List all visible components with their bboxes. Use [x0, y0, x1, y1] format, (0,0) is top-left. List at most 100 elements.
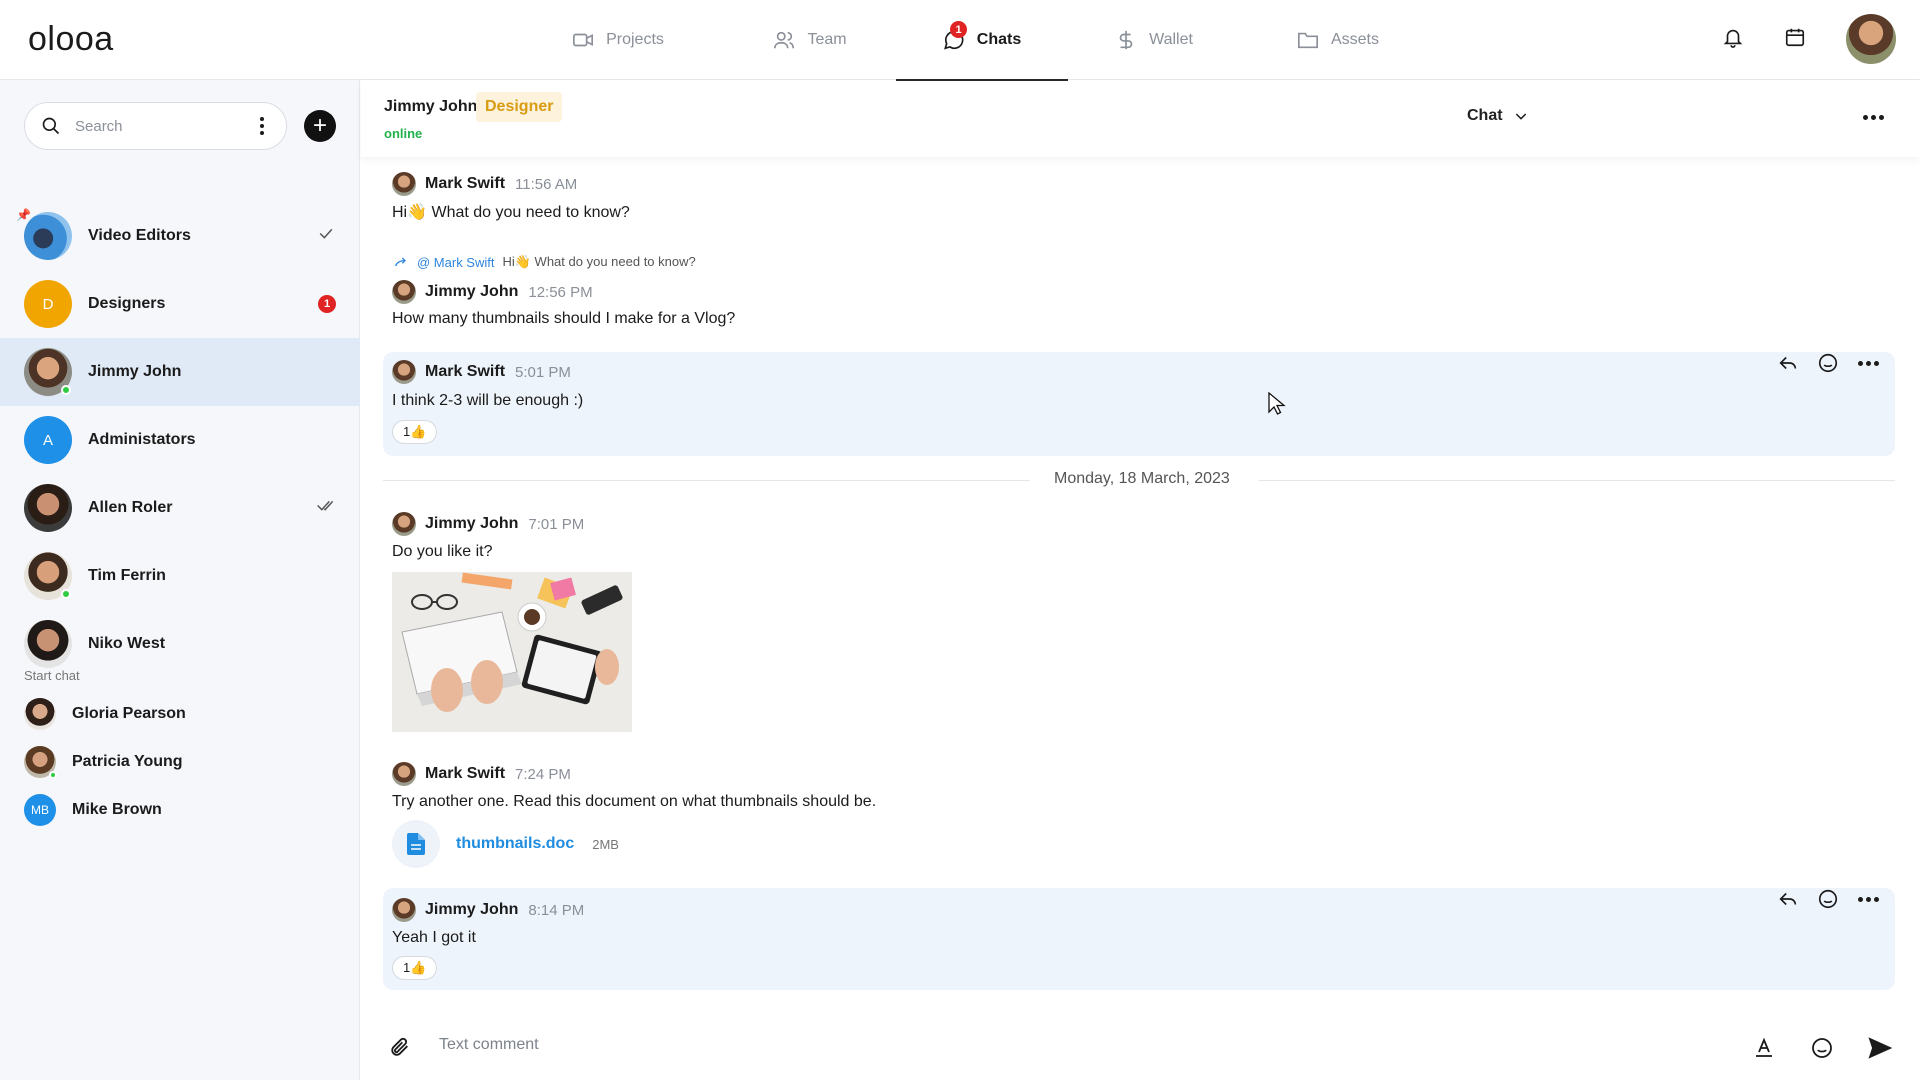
- text-format-button[interactable]: [1752, 1036, 1776, 1065]
- start-chat-heading: Start chat: [24, 668, 80, 683]
- chat-item-jimmy-john[interactable]: Jimmy John: [0, 338, 360, 406]
- date-divider: Monday, 18 March, 2023: [383, 470, 1895, 490]
- search-box: [24, 102, 287, 150]
- message-author[interactable]: Jimmy John: [425, 901, 518, 919]
- message-time: 7:01 PM: [528, 515, 585, 533]
- message-highlighted: Jimmy John 8:14 PM Yeah I got it 1👍: [383, 888, 1895, 990]
- send-icon: [1868, 1037, 1893, 1059]
- more-options-icon[interactable]: [1863, 115, 1884, 120]
- comment-input[interactable]: [439, 1036, 1639, 1054]
- text-format-icon: [1756, 1037, 1772, 1057]
- reply-button[interactable]: [1775, 350, 1801, 376]
- chat-partner-name[interactable]: Jimmy John: [384, 98, 477, 116]
- reaction-chip[interactable]: 1👍: [392, 420, 438, 444]
- tab-wallet[interactable]: Wallet: [1068, 0, 1240, 80]
- tab-projects[interactable]: Projects: [512, 0, 724, 80]
- avatar: MB: [24, 794, 56, 826]
- emoji-button[interactable]: [1810, 1036, 1834, 1065]
- smiley-icon: [1818, 889, 1838, 909]
- top-navigation-bar: olooa Projects Team 1 Chats Wallet Asset…: [0, 0, 1920, 81]
- file-name-link[interactable]: thumbnails.doc: [456, 835, 574, 853]
- tab-assets-label: Assets: [1330, 31, 1379, 48]
- chat-mode-dropdown[interactable]: Chat: [1467, 107, 1529, 125]
- message-time: 12:56 PM: [528, 283, 593, 301]
- message-author[interactable]: Mark Swift: [425, 175, 505, 193]
- app-logo[interactable]: olooa: [28, 20, 114, 59]
- attach-button[interactable]: [389, 1036, 411, 1063]
- calendar-icon: [1785, 28, 1805, 46]
- chat-name: Niko West: [88, 635, 166, 652]
- chat-name: Designers: [88, 295, 166, 312]
- avatar: [24, 746, 57, 779]
- message-author[interactable]: Jimmy John: [425, 283, 518, 301]
- message-author[interactable]: Mark Swift: [425, 363, 505, 381]
- message: Jimmy John 7:01 PM Do you like it?: [383, 510, 1895, 570]
- tab-wallet-label: Wallet: [1149, 31, 1193, 48]
- message-text: Do you like it?: [392, 543, 493, 560]
- chat-sidebar: + 📌 Video Editors D Designers 1 Jimmy Jo…: [0, 80, 360, 1080]
- add-reaction-button[interactable]: [1815, 350, 1841, 376]
- reply-icon: [1779, 892, 1797, 906]
- reply-reference[interactable]: @ Mark Swift Hi👋 What do you need to kno…: [393, 254, 696, 270]
- workspace-photo: [392, 572, 632, 732]
- avatar: [24, 620, 72, 668]
- tab-team-label: Team: [807, 31, 847, 48]
- reply-button[interactable]: [1775, 886, 1801, 912]
- reaction-chip[interactable]: 1👍: [392, 956, 438, 980]
- add-reaction-button[interactable]: [1815, 886, 1841, 912]
- user-avatar[interactable]: [1846, 14, 1896, 64]
- message-header: Jimmy John 12:56 PM: [392, 280, 593, 304]
- users-icon: [774, 31, 795, 49]
- tab-assets[interactable]: Assets: [1240, 0, 1436, 80]
- chat-name: Jimmy John: [88, 363, 182, 380]
- search-options-icon[interactable]: [254, 117, 270, 135]
- message-actions: [1775, 886, 1881, 912]
- message-text: Yeah I got it: [392, 929, 476, 946]
- chat-name: Tim Ferrin: [88, 567, 166, 584]
- chat-item-tim-ferrin[interactable]: Tim Ferrin: [0, 542, 360, 610]
- message-time: 8:14 PM: [528, 901, 585, 919]
- chat-item-video-editors[interactable]: 📌 Video Editors: [0, 202, 360, 270]
- reply-icon: [1779, 356, 1797, 370]
- image-attachment[interactable]: [392, 572, 632, 732]
- message-more-button[interactable]: [1855, 886, 1881, 912]
- message-author[interactable]: Mark Swift: [425, 765, 505, 783]
- start-chat-gloria-pearson[interactable]: Gloria Pearson: [0, 690, 360, 738]
- message-header: Mark Swift 5:01 PM: [392, 360, 571, 384]
- search-input[interactable]: [75, 117, 235, 135]
- chat-item-designers[interactable]: D Designers 1: [0, 270, 360, 338]
- start-chat-list: Gloria Pearson Patricia Young MB Mike Br…: [0, 690, 360, 834]
- chat-item-administators[interactable]: A Administators: [0, 406, 360, 474]
- mouse-cursor-icon: [1268, 391, 1286, 421]
- tab-team[interactable]: Team: [724, 0, 896, 80]
- chat-header: Jimmy John Designer online Chat: [361, 81, 1920, 157]
- send-button[interactable]: [1868, 1036, 1893, 1065]
- more-dots-icon: [1857, 896, 1879, 902]
- chat-item-allen-roler[interactable]: Allen Roler: [0, 474, 360, 542]
- composer-actions: [1752, 1036, 1893, 1065]
- file-attachment[interactable]: thumbnails.doc 2MB: [392, 820, 619, 868]
- message: Mark Swift 7:24 PM Try another one. Read…: [383, 760, 1895, 820]
- unread-count-badge: 1: [318, 295, 336, 313]
- chat-name: Administators: [88, 431, 196, 448]
- start-chat-patricia-young[interactable]: Patricia Young: [0, 738, 360, 786]
- tab-chats-label: Chats: [976, 31, 1022, 48]
- smiley-icon: [1818, 353, 1838, 373]
- avatar-initial: A: [42, 431, 53, 449]
- message-author[interactable]: Jimmy John: [425, 515, 518, 533]
- calendar-button[interactable]: [1784, 26, 1806, 53]
- message-more-button[interactable]: [1855, 350, 1881, 376]
- avatar: [392, 898, 416, 922]
- new-chat-button[interactable]: +: [304, 110, 336, 142]
- online-indicator: [61, 385, 71, 395]
- notifications-button[interactable]: [1722, 26, 1744, 53]
- file-size: 2MB: [592, 836, 619, 852]
- tab-chats[interactable]: 1 Chats: [896, 0, 1068, 81]
- start-chat-mike-brown[interactable]: MB Mike Brown: [0, 786, 360, 834]
- message-time: 7:24 PM: [515, 765, 571, 783]
- more-dots-icon: [1857, 360, 1879, 366]
- avatar: [24, 348, 72, 396]
- document-icon: [392, 820, 440, 868]
- message-text: Try another one. Read this document on w…: [392, 793, 877, 810]
- message-header: Jimmy John 8:14 PM: [392, 898, 584, 922]
